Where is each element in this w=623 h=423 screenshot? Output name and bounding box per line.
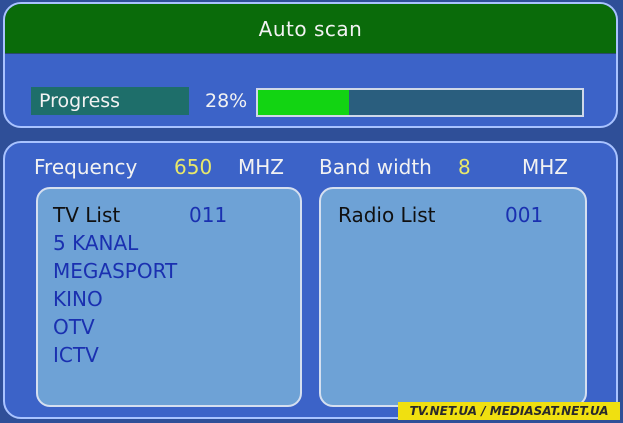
progress-bar [256, 88, 584, 117]
tv-channel-item: MEGASPORT [53, 259, 178, 283]
progress-bar-fill [258, 90, 349, 115]
frequency-unit: MHZ [238, 155, 284, 179]
tv-channel-item: 5 KANAL [53, 231, 139, 255]
tv-list-count: 011 [189, 203, 228, 227]
radio-list-count: 001 [505, 203, 544, 227]
tv-channel-item: ICTV [53, 343, 99, 367]
bandwidth-value: 8 [458, 155, 471, 179]
bandwidth-unit: MHZ [522, 155, 568, 179]
tv-list-header: TV List [53, 203, 121, 227]
watermark: TV.NET.UA / MEDIASAT.NET.UA [398, 402, 620, 420]
title-bar: Auto scan [5, 4, 616, 54]
frequency-label: Frequency [34, 155, 138, 179]
page-title: Auto scan [258, 16, 363, 41]
bandwidth-label: Band width [319, 155, 432, 179]
tv-channel-item: KINO [53, 287, 103, 311]
radio-list-header: Radio List [338, 203, 436, 227]
progress-label: Progress [39, 90, 121, 112]
tv-channel-item: OTV [53, 315, 95, 339]
tv-list-box: TV List 011 5 KANAL MEGASPORT KINO OTV I… [36, 187, 302, 407]
progress-label-box: Progress [31, 87, 189, 115]
radio-list-box: Radio List 001 [319, 187, 587, 407]
frequency-value: 650 [174, 155, 213, 179]
progress-percent: 28% [205, 90, 248, 112]
